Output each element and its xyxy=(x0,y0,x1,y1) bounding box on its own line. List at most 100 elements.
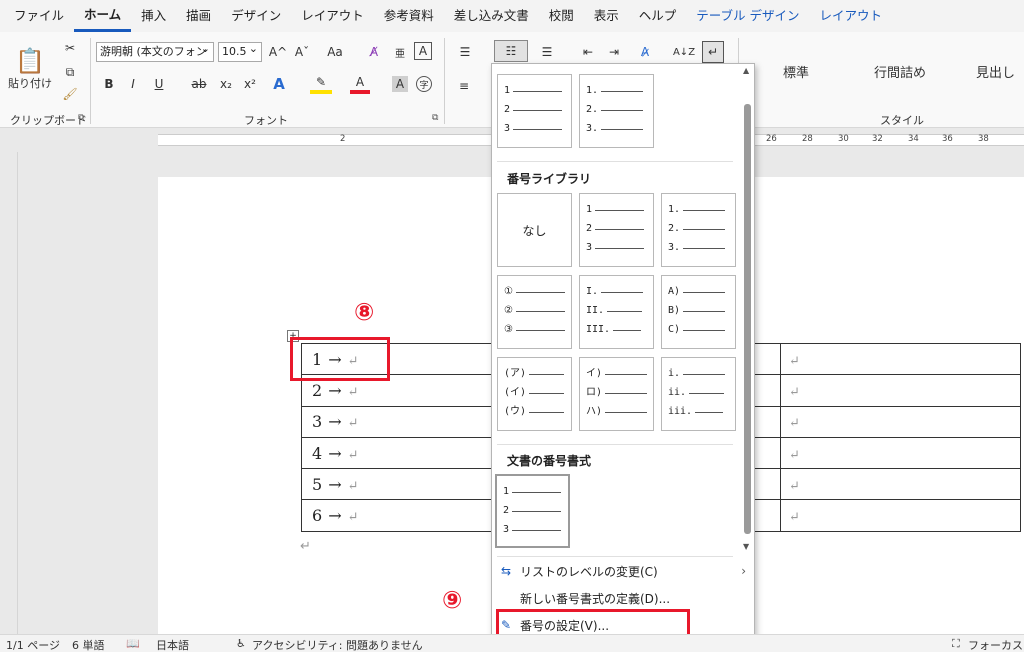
tab-1[interactable]: ホーム xyxy=(74,0,132,32)
numbering-format-option[interactable]: なし xyxy=(497,193,572,267)
style-heading[interactable]: 見出し xyxy=(960,46,1024,96)
underline-button[interactable]: U xyxy=(150,74,168,94)
number-sample: II. xyxy=(586,305,605,316)
page-count[interactable]: 1/1 ページ xyxy=(6,637,60,652)
number-sample: A) xyxy=(668,286,681,297)
number-sample: ロ) xyxy=(586,387,603,398)
tab-6[interactable]: 参考資料 xyxy=(374,0,444,32)
clipboard-group-label: クリップボード xyxy=(10,114,87,127)
cell-end-mark: ↵ xyxy=(347,416,359,432)
tab-5[interactable]: レイアウト xyxy=(291,0,374,32)
tab-2[interactable]: 挿入 xyxy=(131,0,176,32)
numbering-format-option[interactable]: ① ② ③ xyxy=(497,275,572,349)
format-painter-icon[interactable]: 🖌 xyxy=(62,86,78,102)
number-sample: 3. xyxy=(586,123,599,134)
highlight-icon[interactable]: ✎ xyxy=(310,74,332,94)
numbering-format-option[interactable]: 1. 2. 3. xyxy=(661,193,736,267)
tab-12[interactable]: レイアウト xyxy=(810,0,893,32)
table-cell[interactable]: ↵ xyxy=(780,499,1021,532)
number-sample: I. xyxy=(586,286,599,297)
number-sample: ③ xyxy=(504,324,513,335)
show-marks-icon[interactable]: ↵ xyxy=(702,41,724,63)
numbering-format-option[interactable]: A) B) C) xyxy=(661,275,736,349)
font-launcher-icon[interactable]: ⧉ xyxy=(432,113,438,123)
copy-icon[interactable]: ⧉ xyxy=(62,64,78,80)
asian-layout-icon[interactable]: A̷ xyxy=(632,42,658,62)
numbering-format-option[interactable]: 1 2 3 xyxy=(497,74,572,148)
number-sample: 1. xyxy=(586,85,599,96)
vertical-ruler[interactable] xyxy=(0,152,18,634)
cell-end-mark: ↵ xyxy=(347,478,359,494)
accessibility-status[interactable]: アクセシビリティ: 問題ありません xyxy=(252,637,423,652)
char-shading-icon[interactable]: A xyxy=(392,76,408,92)
table-cell[interactable]: ↵ xyxy=(780,405,1021,438)
sort-icon[interactable]: A↓Z xyxy=(673,42,695,62)
clipboard-launcher-icon[interactable]: ⧉ xyxy=(78,113,84,123)
table-cell[interactable]: ↵ xyxy=(780,436,1021,470)
ruler-number: 38 xyxy=(978,134,989,144)
numbering-button[interactable]: ☷ xyxy=(494,40,528,62)
define-number-format-item[interactable]: 新しい番号書式の定義(D)... xyxy=(492,585,754,611)
font-color-icon[interactable]: A xyxy=(350,74,370,94)
number-sample: C) xyxy=(668,324,681,335)
shrink-font-button[interactable]: Aˇ xyxy=(292,42,312,62)
superscript-button[interactable]: x² xyxy=(240,74,260,94)
tab-0[interactable]: ファイル xyxy=(4,0,74,32)
scroll-down-icon[interactable]: ▼ xyxy=(743,542,749,551)
multilevel-list-icon[interactable]: ☰ xyxy=(534,42,560,62)
style-normal[interactable]: 標準 xyxy=(744,46,848,96)
font-size-combo[interactable]: 10.5 xyxy=(218,42,262,62)
tab-9[interactable]: 表示 xyxy=(584,0,629,32)
proofing-icon[interactable]: 📖 xyxy=(126,637,140,650)
tab-7[interactable]: 差し込み文書 xyxy=(444,0,539,32)
paragraph-mark: ↵ xyxy=(300,539,311,554)
numbering-format-option[interactable]: I. II. III. xyxy=(579,275,654,349)
language-status[interactable]: 日本語 xyxy=(156,637,189,652)
tab-8[interactable]: 校閲 xyxy=(539,0,584,32)
align-left-icon[interactable]: ≡ xyxy=(454,76,474,96)
bold-button[interactable]: B xyxy=(100,74,118,94)
paste-button[interactable]: 📋 貼り付け xyxy=(8,38,52,100)
cut-icon[interactable]: ✂ xyxy=(62,40,78,56)
grow-font-button[interactable]: A^ xyxy=(268,42,288,62)
ruler-number: 28 xyxy=(802,134,813,144)
bullets-icon[interactable]: ☰ xyxy=(454,42,476,62)
decrease-indent-icon[interactable]: ⇤ xyxy=(578,42,598,62)
change-case-button[interactable]: Aa xyxy=(318,42,352,62)
submenu-chevron-icon: › xyxy=(741,564,746,578)
numbering-format-option[interactable]: 1 2 3 xyxy=(495,474,570,548)
numbering-format-option[interactable]: 1. 2. 3. xyxy=(579,74,654,148)
dropdown-scrollbar[interactable]: ▲ ▼ xyxy=(742,66,754,556)
change-list-level-item[interactable]: ⇆ リストのレベルの変更(C) › xyxy=(492,558,754,584)
char-border-icon[interactable]: A xyxy=(414,42,432,60)
numbering-format-option[interactable]: i. ii. iii. xyxy=(661,357,736,431)
tab-4[interactable]: デザイン xyxy=(221,0,291,32)
tab-3[interactable]: 描画 xyxy=(176,0,221,32)
document-formats-heading: 文書の番号書式 xyxy=(507,454,592,468)
clear-format-icon[interactable]: A̸ xyxy=(364,42,384,62)
numbering-format-option[interactable]: イ) ロ) ハ) xyxy=(579,357,654,431)
number-sample: 2 xyxy=(586,223,593,234)
style-no-spacing[interactable]: 行間詰め xyxy=(852,46,948,96)
number-sample: 2. xyxy=(668,223,681,234)
tab-10[interactable]: ヘルプ xyxy=(629,0,687,32)
table-cell[interactable]: ↵ xyxy=(780,468,1021,501)
text-effects-icon[interactable]: A xyxy=(268,74,290,94)
scroll-up-icon[interactable]: ▲ xyxy=(743,66,749,75)
enclosed-char-icon[interactable]: 字 xyxy=(416,76,432,92)
tab-11[interactable]: テーブル デザイン xyxy=(686,0,809,32)
table-cell[interactable]: ↵ xyxy=(780,374,1021,407)
phonetic-guide-icon[interactable]: 亜 xyxy=(390,42,410,62)
font-name-combo[interactable]: 游明朝 (本文のフォン xyxy=(96,42,214,62)
strikethrough-button[interactable]: ab xyxy=(188,74,210,94)
subscript-button[interactable]: x₂ xyxy=(216,74,236,94)
word-count[interactable]: 6 単語 xyxy=(72,637,105,652)
increase-indent-icon[interactable]: ⇥ xyxy=(604,42,624,62)
numbering-format-option[interactable]: (ア) (イ) (ウ) xyxy=(497,357,572,431)
table-cell[interactable]: ↵ xyxy=(780,342,1021,376)
row-number: 3 xyxy=(312,412,323,432)
italic-button[interactable]: I xyxy=(124,74,142,94)
numbering-format-option[interactable]: 1 2 3 xyxy=(579,193,654,267)
clipboard-icon: 📋 xyxy=(15,47,45,75)
focus-mode[interactable]: フォーカス xyxy=(968,637,1023,652)
